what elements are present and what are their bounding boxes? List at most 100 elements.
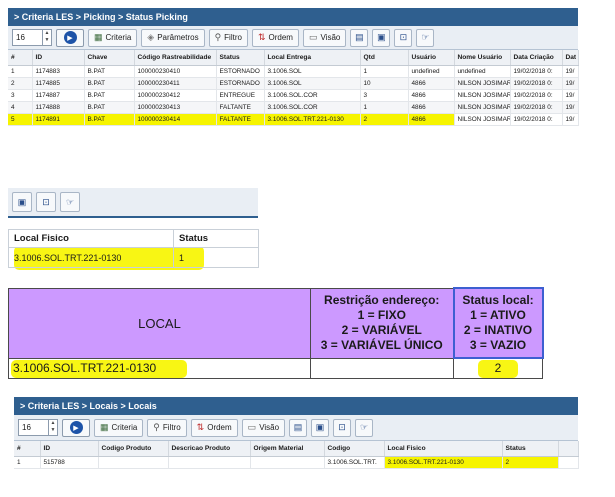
status-value-text: 2	[494, 361, 502, 376]
column-header[interactable]: ID	[40, 441, 99, 457]
local-value-text: 3.1006.SOL.TRT.221-0130	[13, 361, 157, 375]
run-button[interactable]: ▶	[56, 28, 84, 47]
table-cell: 3.1006.SOL	[264, 65, 361, 78]
view-button[interactable]: ▭ Visão	[302, 28, 347, 47]
save-icon[interactable]: ▣	[12, 192, 32, 212]
table-row[interactable]: 3.1006.SOL.TRT.221-0130 1	[8, 247, 259, 268]
column-header[interactable]: Qtd	[360, 50, 409, 66]
table-cell: 19/	[562, 65, 579, 78]
save-icon[interactable]: ▣	[311, 418, 330, 437]
column-header[interactable]: Dat	[562, 50, 579, 66]
view-icon: ▭	[247, 422, 257, 432]
column-header[interactable]: Código Rastreabilidade	[134, 50, 217, 66]
down-arrow-icon[interactable]: ▼	[43, 37, 51, 44]
column-header[interactable]: Origem Material	[250, 441, 325, 457]
params-button[interactable]: ◈ Parâmetros	[141, 28, 205, 47]
restricao-line: 1 = FIXO	[357, 308, 406, 322]
table-cell: 1	[14, 456, 41, 469]
column-header[interactable]: Local Fisico	[384, 441, 503, 457]
window-icon[interactable]: ⊡	[333, 418, 352, 437]
table-cell: 1	[8, 65, 33, 78]
window-icon[interactable]: ⊡	[36, 192, 56, 212]
table-cell: 19/02/2018 0:	[510, 113, 563, 126]
order-button[interactable]: ⇅ Ordem	[251, 28, 299, 47]
play-icon: ▶	[69, 421, 83, 434]
page-size-value: 16	[16, 33, 25, 42]
order-button[interactable]: ⇅ Ordem	[190, 418, 238, 437]
column-header[interactable]: Usuário	[408, 50, 455, 66]
data-row[interactable]: 3.1006.SOL.TRT.221-0130 2	[8, 357, 543, 379]
table-cell: 19/	[562, 77, 579, 90]
table-cell	[98, 456, 169, 469]
column-header[interactable]: #	[14, 441, 41, 457]
restricao-title: Restrição endereço:	[324, 293, 440, 307]
column-header[interactable]: Status	[216, 50, 265, 66]
page-size-stepper[interactable]: 16 ▲ ▼	[12, 29, 52, 46]
table-row[interactable]: 3 1174887 B.PAT 100000230412 ENTREGUE 3.1006.…	[8, 89, 579, 102]
mini-toolbar: ▣ ⊡ ☞	[8, 188, 258, 218]
column-header[interactable]: Codigo Produto	[98, 441, 169, 457]
stepper-arrows[interactable]: ▲ ▼	[48, 420, 57, 435]
criteria-button[interactable]: ▦ Criteria	[88, 28, 138, 47]
hand-icon[interactable]: ☞	[355, 418, 374, 437]
table-cell	[250, 456, 325, 469]
column-header[interactable]: Nome Usuário	[454, 50, 511, 66]
table-cell: 4866	[408, 113, 455, 126]
spreadsheet-table: LOCAL Restrição endereço: 1 = FIXO 2 = V…	[8, 287, 544, 379]
up-arrow-icon[interactable]: ▲	[43, 30, 51, 37]
column-header[interactable]: #	[8, 50, 33, 66]
table-cell: 19/	[562, 101, 579, 114]
table-cell: ESTORNADO	[216, 77, 265, 90]
column-header[interactable]: Local Entrega	[264, 50, 361, 66]
table-row[interactable]: 5 1174891 B.PAT 100000230414 FALTANTE 3.1006.…	[8, 113, 579, 126]
criteria-button[interactable]: ▦ Criteria	[94, 418, 144, 437]
table-row[interactable]: 1 1174883 B.PAT 100000230410 ESTORNADO 3.1006…	[8, 65, 579, 78]
restricao-line: 3 = VARIÁVEL ÚNICO	[320, 338, 443, 352]
hand-icon[interactable]: ☞	[60, 192, 80, 212]
up-arrow-icon[interactable]: ▲	[49, 420, 57, 427]
table-cell: 100000230410	[134, 65, 217, 78]
table-cell: ESTORNADO	[216, 65, 265, 78]
table-row[interactable]: 1 515788 3.1006.SOL.TRT. 3.1006.SOL.TRT.221…	[14, 456, 579, 469]
save-icon[interactable]: ▣	[372, 28, 391, 47]
params-label: Parâmetros	[157, 33, 199, 42]
column-header[interactable]: Descricao Produto	[168, 441, 251, 457]
criteria-label: Criteria	[105, 33, 132, 42]
table-cell: 4866	[408, 89, 455, 102]
spreadsheet-panel: LOCAL Restrição endereço: 1 = FIXO 2 = V…	[8, 287, 544, 379]
stepper-arrows[interactable]: ▲ ▼	[42, 30, 51, 45]
table-cell: 2	[360, 113, 409, 126]
page-size-stepper[interactable]: 16 ▲ ▼	[18, 419, 58, 436]
table-row[interactable]: 2 1174885 B.PAT 100000230411 ESTORNADO 3.1006…	[8, 77, 579, 90]
table-cell: undefined	[408, 65, 455, 78]
table-row[interactable]: 4 1174888 B.PAT 100000230413 FALTANTE 3.1006.…	[8, 101, 579, 114]
table-cell: 1174891	[32, 113, 85, 126]
hand-icon[interactable]: ☞	[416, 28, 435, 47]
column-header[interactable]: Chave	[84, 50, 135, 66]
window-icon[interactable]: ⊡	[394, 28, 413, 47]
local-fisico-panel: ▣ ⊡ ☞ Local Fisico Status 3.1006.SOL.TRT…	[8, 188, 259, 270]
table-cell: 19/02/2018 0:	[510, 65, 563, 78]
filter-button[interactable]: ⚲ Filtro	[147, 418, 187, 437]
sort-icon: ⇅	[257, 32, 266, 42]
table-cell: 1	[360, 65, 409, 78]
export-icon[interactable]: ▤	[289, 418, 308, 437]
column-header[interactable]: Data Criação	[510, 50, 563, 66]
table-cell: 3.1006.SOL.COR	[264, 89, 361, 102]
view-button[interactable]: ▭ Visão	[241, 418, 286, 437]
status-line: 3 = VAZIO	[469, 338, 527, 352]
grid-icon: ▦	[100, 422, 109, 432]
column-header[interactable]: ID	[32, 50, 85, 66]
run-button[interactable]: ▶	[62, 418, 90, 437]
cell-local-fisico: 3.1006.SOL.TRT.221-0130	[8, 247, 174, 268]
funnel-icon: ⚲	[214, 32, 222, 42]
down-arrow-icon[interactable]: ▼	[49, 427, 57, 434]
export-icon[interactable]: ▤	[350, 28, 369, 47]
table-cell: 5	[8, 113, 33, 126]
view-label: Visão	[259, 423, 280, 432]
column-header[interactable]: Codigo	[324, 441, 385, 457]
status-line: 1 = ATIVO	[470, 308, 526, 322]
column-header[interactable]: Status	[502, 441, 559, 457]
grid-icon: ▦	[94, 32, 103, 42]
filter-button[interactable]: ⚲ Filtro	[208, 28, 248, 47]
